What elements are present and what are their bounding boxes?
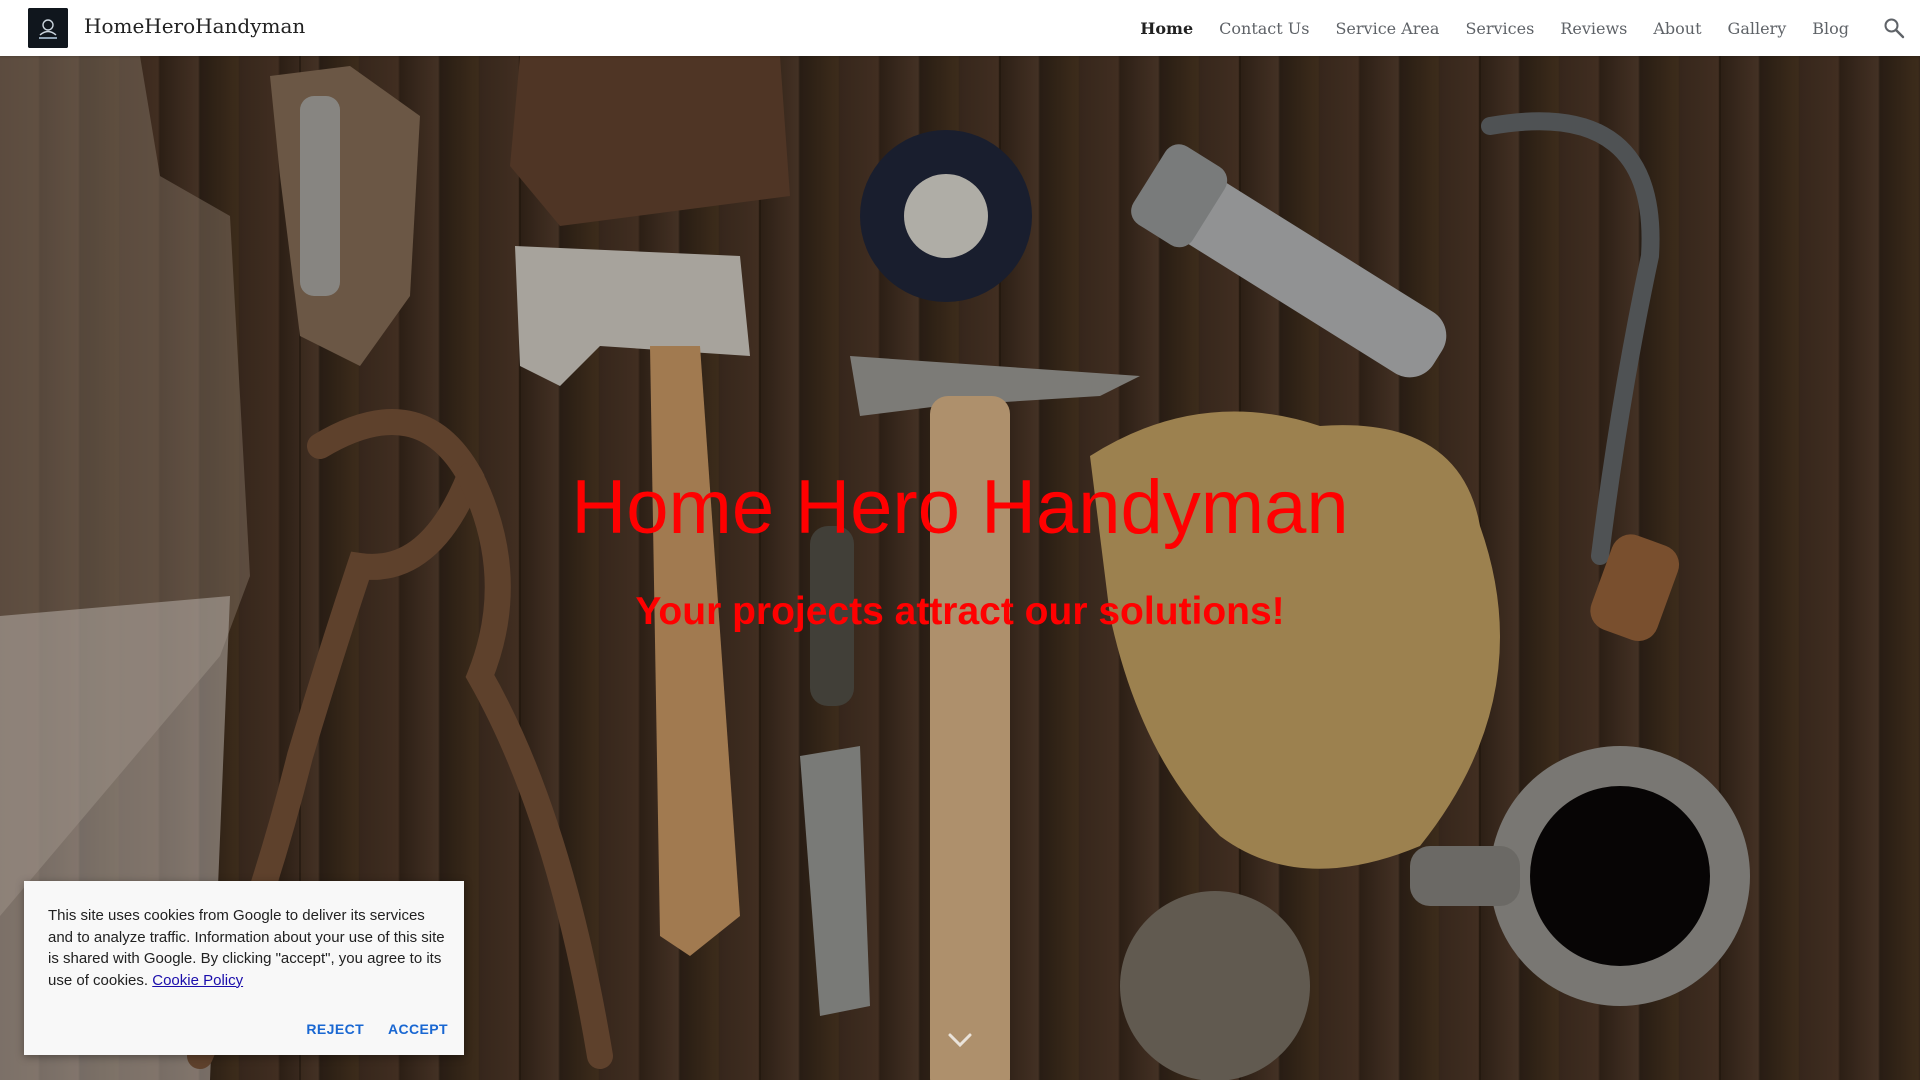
nav-item-services[interactable]: Services [1452, 19, 1547, 38]
site-header: HomeHeroHandyman Home Contact Us Service A… [0, 0, 1920, 56]
nav-item-about[interactable]: About [1640, 19, 1714, 38]
scroll-down-button[interactable] [946, 1026, 974, 1054]
chevron-down-icon [948, 1033, 972, 1048]
nav-item-home[interactable]: Home [1127, 19, 1206, 38]
hero-title: Home Hero Handyman [571, 465, 1349, 550]
site-title[interactable]: HomeHeroHandyman [84, 14, 305, 38]
nav-item-blog[interactable]: Blog [1799, 19, 1862, 38]
cookie-policy-link[interactable]: Cookie Policy [152, 972, 243, 989]
nav-item-gallery[interactable]: Gallery [1715, 19, 1800, 38]
nav-item-reviews[interactable]: Reviews [1547, 19, 1640, 38]
cookie-message-text: This site uses cookies from Google to de… [48, 907, 445, 989]
nav-item-service-area[interactable]: Service Area [1322, 19, 1452, 38]
search-button[interactable] [1882, 16, 1906, 40]
cookie-message: This site uses cookies from Google to de… [48, 905, 448, 991]
cookie-accept-button[interactable]: ACCEPT [388, 1019, 448, 1039]
cookie-reject-button[interactable]: REJECT [306, 1019, 364, 1039]
main-nav: Home Contact Us Service Area Services Review… [1127, 0, 1862, 56]
logo-icon [28, 8, 68, 48]
site-logo[interactable] [28, 8, 68, 48]
cookie-consent-dialog: This site uses cookies from Google to de… [24, 881, 464, 1055]
search-icon [1884, 18, 1905, 39]
cookie-actions: REJECT ACCEPT [306, 1019, 448, 1039]
hero-subtitle: Your projects attract our solutions! [635, 590, 1285, 633]
nav-item-contact-us[interactable]: Contact Us [1206, 19, 1322, 38]
